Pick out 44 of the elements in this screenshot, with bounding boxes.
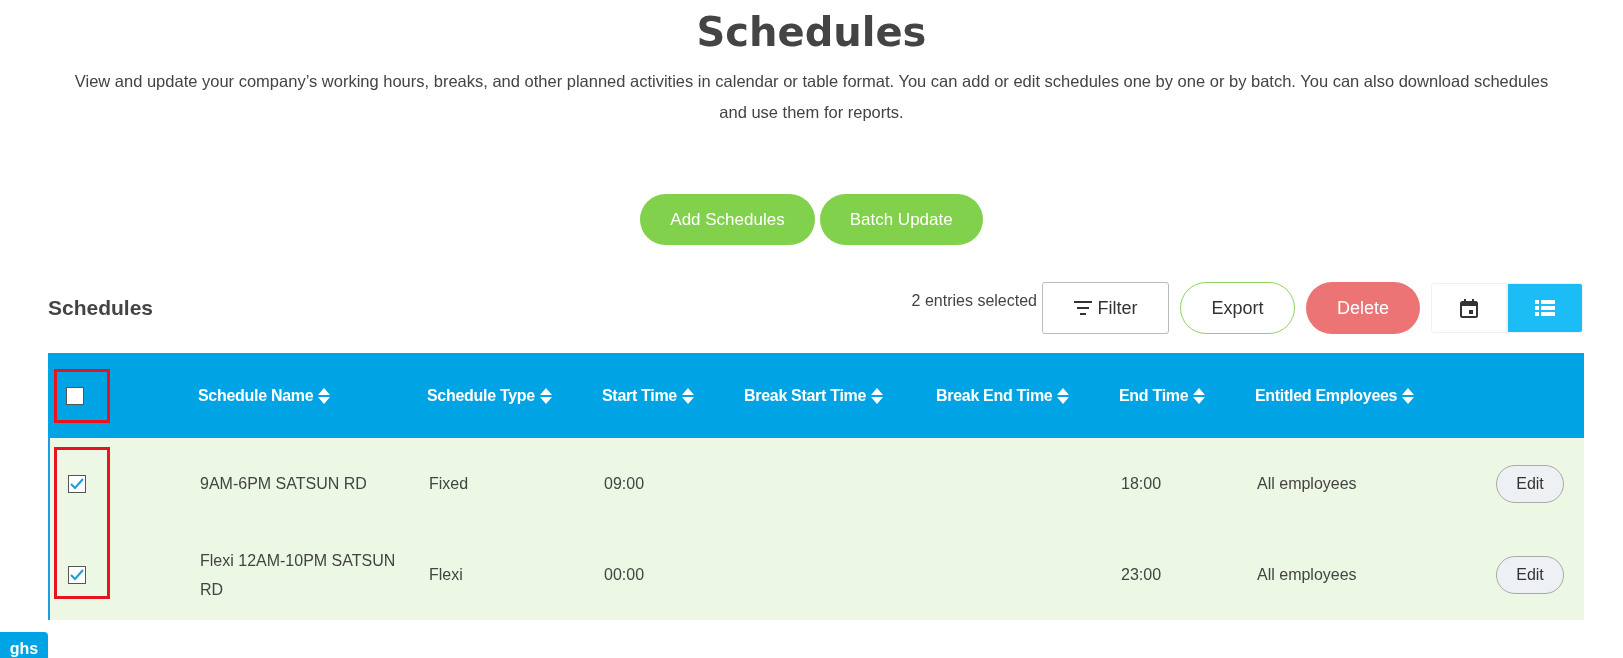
edit-button[interactable]: Edit [1496,555,1564,594]
page-title: Schedules [696,8,927,57]
sort-icon[interactable] [681,387,694,404]
table-cell-text: 18:00 [1121,474,1163,494]
side-tab[interactable]: ghs [0,632,48,658]
sort-icon[interactable] [871,387,884,404]
column-header[interactable]: Entitled Employees [1255,386,1467,405]
export-button[interactable]: Export [1180,282,1295,334]
column-header[interactable]: Schedule Type [427,386,602,405]
checkbox[interactable] [66,386,84,405]
filter-icon [1073,301,1092,315]
calendar-icon [1460,298,1478,318]
sort-icon[interactable] [1193,387,1206,404]
table-cell-text: 09:00 [604,474,646,494]
edit-button[interactable]: Edit [1496,464,1564,503]
checkbox[interactable] [68,474,86,493]
column-header[interactable]: Schedule Name [198,386,427,405]
delete-button[interactable]: Delete [1306,282,1420,334]
list-icon [1535,300,1555,316]
section-heading: Schedules [48,296,155,320]
sort-icon[interactable] [318,387,331,404]
table-cell-text: 9AM-6PM SATSUN RD [200,474,368,494]
table-cell-text: All employees [1257,565,1358,585]
selection-count: 2 entries selected [911,292,1037,310]
sort-icon[interactable] [539,387,552,404]
table-cell-text: Flexi [429,565,464,585]
view-toggle[interactable] [1431,283,1507,333]
table-cell-text: Flexi 12AM-10PM SATSUN RD [200,550,397,600]
column-header[interactable]: Start Time [602,386,744,405]
sort-icon[interactable] [1402,387,1415,404]
view-toggle[interactable] [1507,283,1583,333]
sort-icon[interactable] [1057,387,1070,404]
column-header[interactable]: Break Start Time [744,386,936,405]
column-header[interactable]: Break End Time [936,386,1119,405]
action-button[interactable]: Batch Update [819,194,983,245]
table-cell-text: All employees [1257,474,1358,494]
table-cell-text: 23:00 [1121,565,1163,585]
checkbox[interactable] [68,565,86,584]
column-header[interactable]: End Time [1119,386,1255,405]
page-description: View and update your company’s working hours, breaks, and other planned activities in calendar or table format. You can add or edit schedules one by one or by batch. You can also download schedules and use them for reports. [73,71,1550,123]
table-cell-text: Fixed [429,474,470,494]
action-button[interactable]: Add Schedules [640,194,815,245]
table-cell-text: 00:00 [604,565,646,585]
filter-button[interactable]: Filter [1042,282,1169,334]
